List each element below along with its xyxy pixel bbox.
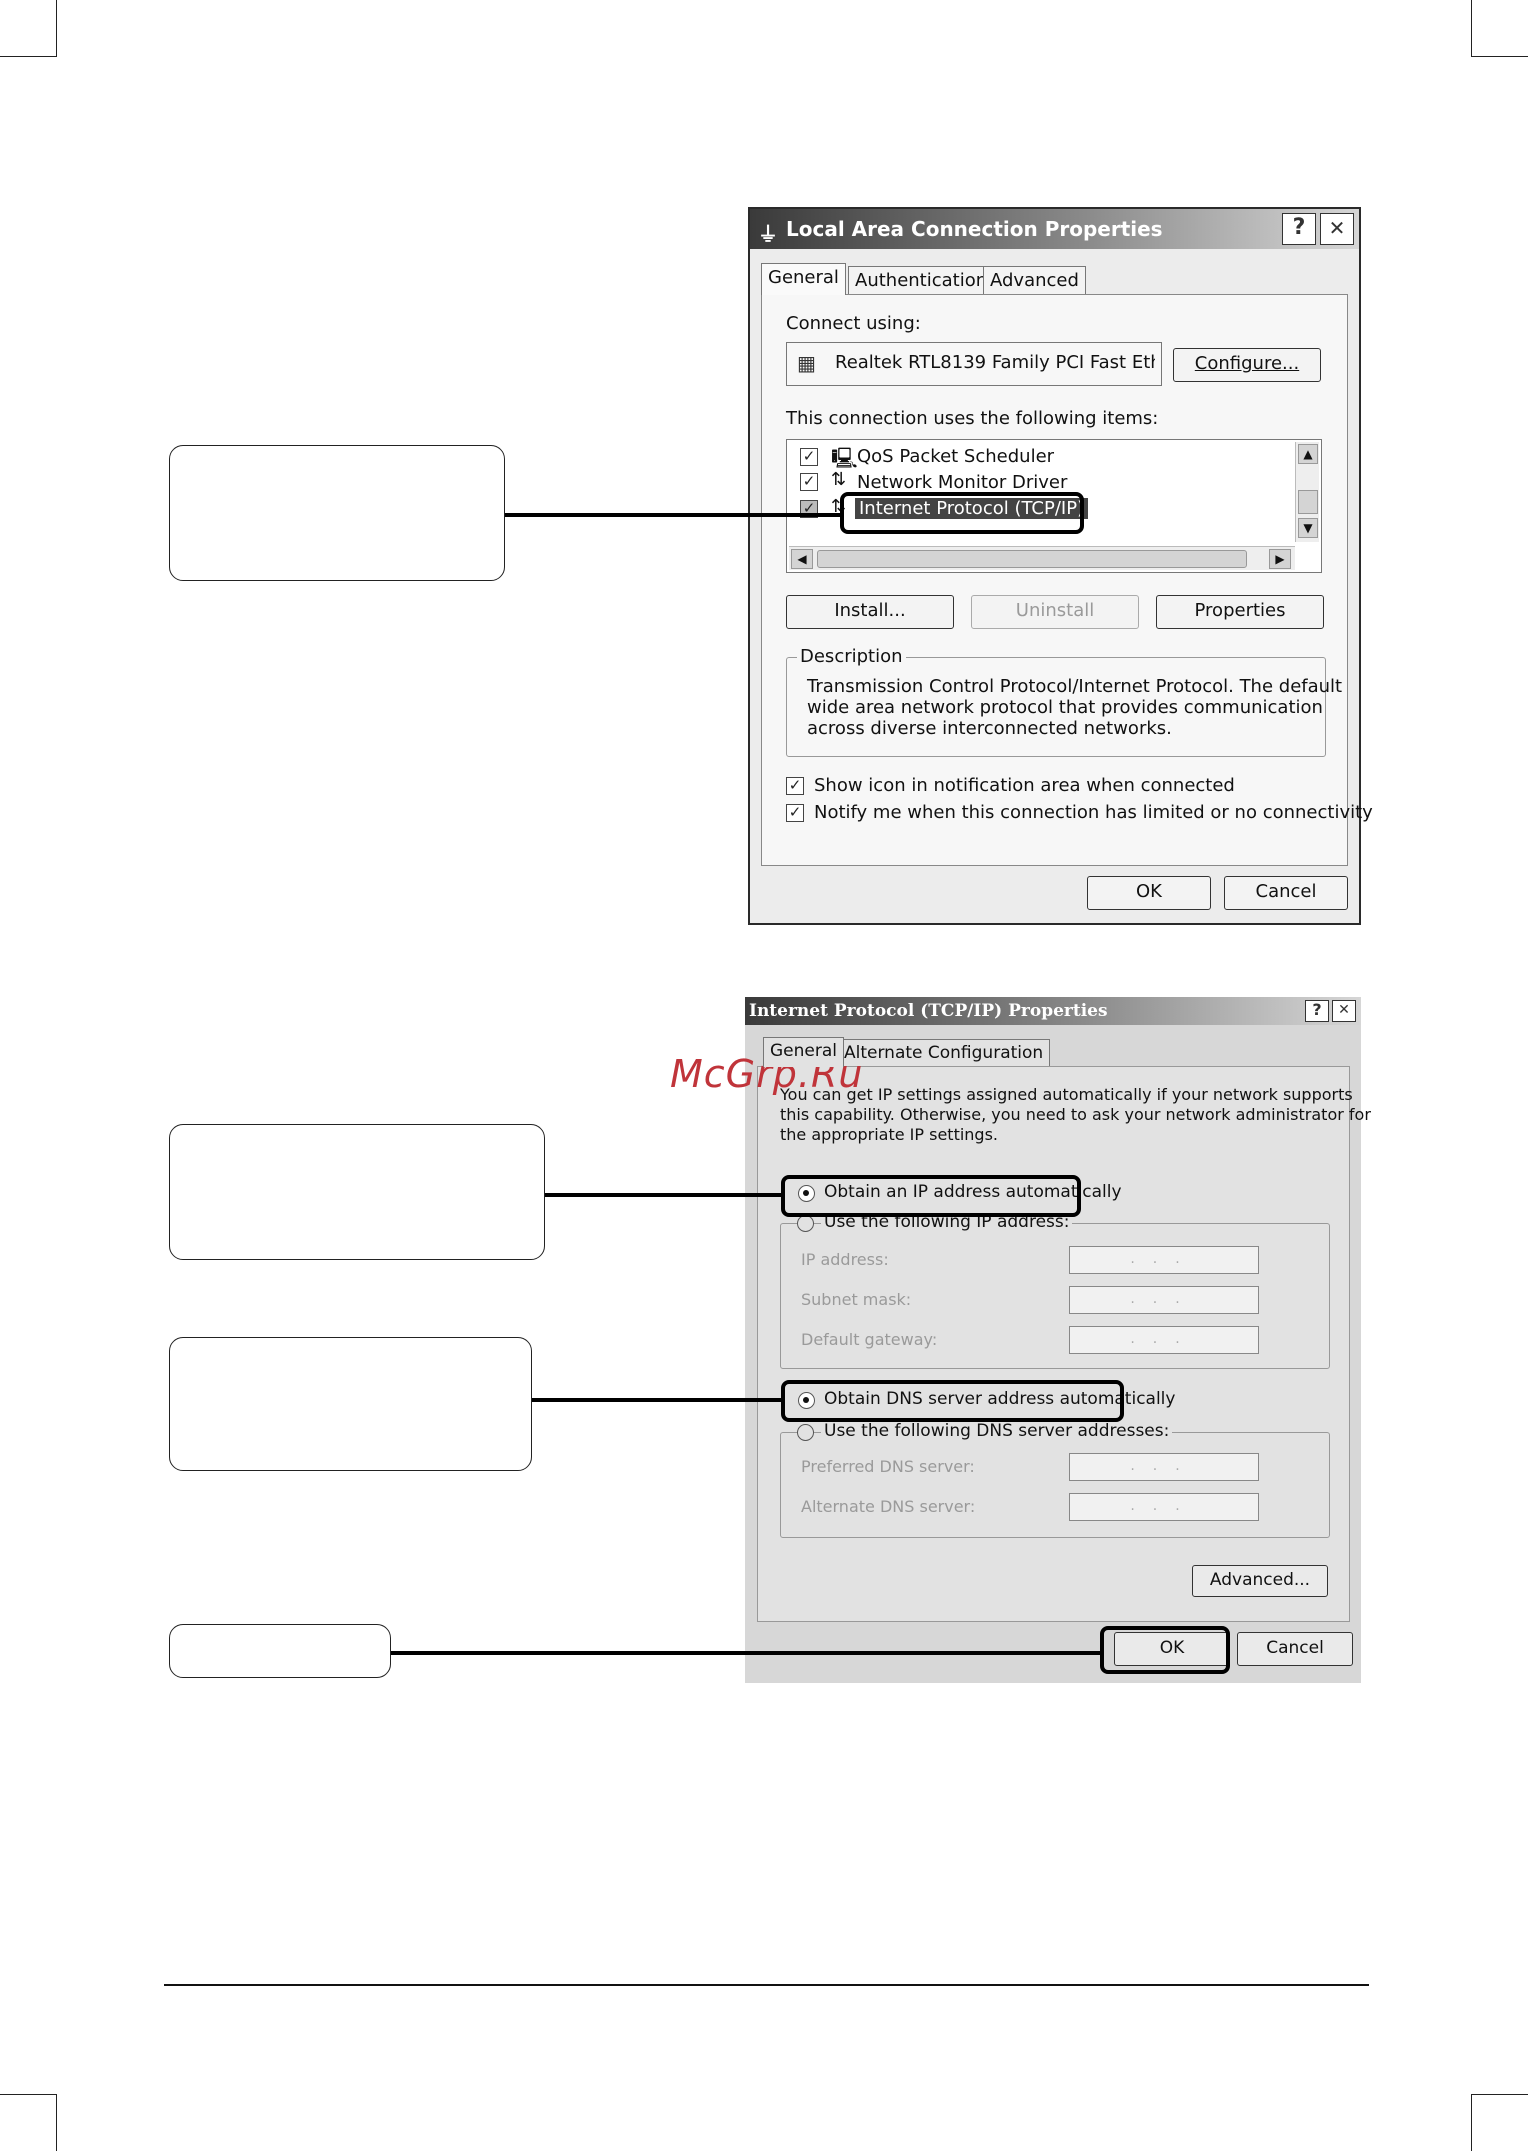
ok-highlight: [1100, 1626, 1230, 1674]
default-gateway-field[interactable]: ...: [1069, 1326, 1259, 1354]
close-button[interactable]: ✕: [1320, 213, 1354, 245]
notify-checkbox[interactable]: ✓: [786, 804, 804, 822]
dialog1-titlebar: ⏚ Local Area Connection Properties ? ✕: [750, 209, 1359, 249]
list-item[interactable]: ✓ 🖳 QoS Packet Scheduler: [795, 444, 1275, 470]
dialog1-cancel-button[interactable]: Cancel: [1224, 876, 1348, 910]
description-line-1: Transmission Control Protocol/Internet P…: [807, 676, 1343, 697]
scroll-up-icon[interactable]: ▲: [1298, 444, 1318, 464]
default-gateway-label: Default gateway:: [801, 1330, 938, 1349]
ip-address-field[interactable]: ...: [1069, 1246, 1259, 1274]
ip-address-label: IP address:: [801, 1250, 889, 1269]
scroll-thumb[interactable]: [817, 550, 1247, 568]
use-dns-label: Use the following DNS server addresses:: [821, 1421, 1173, 1441]
footer-rule: [164, 1984, 1369, 1986]
callout-box-1: [169, 445, 505, 581]
description-line-3: across diverse interconnected networks.: [807, 718, 1172, 739]
callout-line-3: [532, 1398, 782, 1402]
crop-mark-bottom-left: [0, 2094, 57, 2151]
callout-line-1: [505, 513, 841, 517]
scroll-thumb[interactable]: [1298, 490, 1318, 514]
qos-checkbox[interactable]: ✓: [800, 448, 818, 466]
crop-mark-top-left: [0, 0, 57, 57]
intro-line-1: You can get IP settings assigned automat…: [780, 1085, 1353, 1104]
callout-box-3: [169, 1337, 532, 1471]
obtain-dns-highlight: [781, 1380, 1124, 1422]
adapter-field: ▦ Realtek RTL8139 Family PCI Fast Eth: [786, 342, 1162, 386]
uninstall-button[interactable]: Uninstall: [971, 595, 1139, 629]
list-item-label: Network Monitor Driver: [857, 472, 1068, 493]
use-ip-radio[interactable]: [797, 1215, 814, 1232]
dialog1-title: Local Area Connection Properties: [786, 217, 1163, 241]
items-label: This connection uses the following items…: [786, 408, 1159, 429]
static-ip-group: Use the following IP address: IP address…: [780, 1212, 1330, 1369]
subnet-mask-field[interactable]: ...: [1069, 1286, 1259, 1314]
crop-mark-bottom-right: [1471, 2094, 1528, 2151]
callout-box-4: [169, 1624, 391, 1678]
callout-line-4: [391, 1651, 1101, 1655]
help-button[interactable]: ?: [1305, 1000, 1329, 1022]
dialog2-cancel-button[interactable]: Cancel: [1237, 1632, 1353, 1666]
tab-general[interactable]: General: [763, 1037, 844, 1067]
description-group: Description Transmission Control Protoco…: [786, 646, 1342, 757]
notify-label: Notify me when this connection has limit…: [814, 802, 1373, 823]
local-area-connection-dialog: ⏚ Local Area Connection Properties ? ✕ G…: [748, 207, 1373, 925]
help-button[interactable]: ?: [1282, 213, 1316, 245]
scroll-right-icon[interactable]: ▶: [1269, 549, 1291, 569]
properties-button[interactable]: Properties: [1156, 595, 1324, 629]
preferred-dns-field[interactable]: ...: [1069, 1453, 1259, 1481]
description-line-2: wide area network protocol that provides…: [807, 697, 1323, 718]
dialog1-general-panel: Connect using: ▦ Realtek RTL8139 Family …: [761, 294, 1373, 866]
network-icon: ⇅: [831, 469, 847, 490]
description-label: Description: [797, 646, 906, 667]
intro-line-3: the appropriate IP settings.: [780, 1125, 999, 1144]
crop-mark-top-right: [1471, 0, 1528, 57]
dialog2-titlebar: Internet Protocol (TCP/IP) Properties ? …: [745, 997, 1361, 1025]
network-connection-icon: ⏚: [758, 222, 778, 246]
static-dns-group: Use the following DNS server addresses: …: [780, 1421, 1330, 1538]
use-dns-radio[interactable]: [797, 1424, 814, 1441]
show-icon-checkbox[interactable]: ✓: [786, 777, 804, 795]
advanced-button[interactable]: Advanced...: [1192, 1565, 1328, 1597]
tcpip-highlight: [840, 492, 1084, 534]
show-icon-label: Show icon in notification area when conn…: [814, 775, 1235, 796]
network-card-icon: ▦: [797, 351, 816, 375]
dialog2-general-panel: You can get IP settings assigned automat…: [757, 1066, 1371, 1622]
configure-button[interactable]: Configure...: [1173, 348, 1321, 382]
obtain-ip-highlight: [781, 1175, 1081, 1217]
install-button[interactable]: Install...: [786, 595, 954, 629]
scroll-down-icon[interactable]: ▼: [1298, 518, 1318, 538]
scroll-left-icon[interactable]: ◀: [791, 549, 813, 569]
connect-using-label: Connect using:: [786, 313, 921, 334]
tab-general[interactable]: General: [761, 263, 846, 295]
close-button[interactable]: ✕: [1332, 1000, 1356, 1022]
preferred-dns-label: Preferred DNS server:: [801, 1457, 975, 1476]
tab-authentication[interactable]: Authentication: [848, 266, 995, 295]
callout-line-2: [545, 1193, 782, 1197]
horizontal-scrollbar[interactable]: ◀ ▶: [789, 546, 1295, 570]
subnet-mask-label: Subnet mask:: [801, 1290, 912, 1309]
tcpip-properties-dialog: Internet Protocol (TCP/IP) Properties ? …: [745, 997, 1371, 1683]
vertical-scrollbar[interactable]: ▲ ▼: [1295, 442, 1319, 542]
adapter-name: Realtek RTL8139 Family PCI Fast Eth: [835, 352, 1155, 373]
intro-line-2: this capability. Otherwise, you need to …: [780, 1105, 1371, 1124]
network-monitor-checkbox[interactable]: ✓: [800, 473, 818, 491]
callout-box-2: [169, 1124, 545, 1260]
alternate-dns-field[interactable]: ...: [1069, 1493, 1259, 1521]
dialog1-ok-button[interactable]: OK: [1087, 876, 1211, 910]
tab-advanced[interactable]: Advanced: [983, 266, 1086, 295]
dialog2-title: Internet Protocol (TCP/IP) Properties: [749, 1001, 1108, 1021]
list-item-label: QoS Packet Scheduler: [857, 446, 1055, 467]
alternate-dns-label: Alternate DNS server:: [801, 1497, 976, 1516]
tab-alternate-configuration[interactable]: Alternate Configuration: [837, 1039, 1051, 1067]
